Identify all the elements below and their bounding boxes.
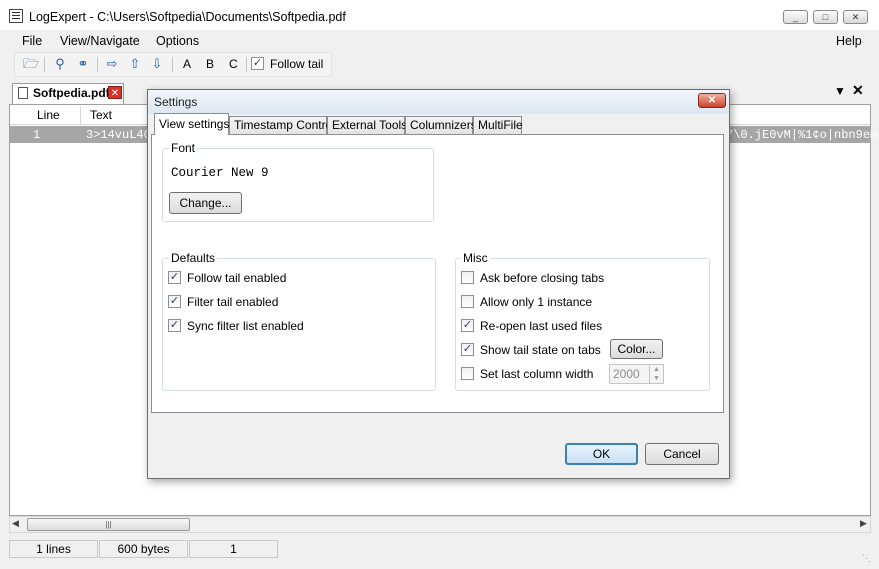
sync-filter-list-label: Sync filter list enabled	[187, 319, 304, 333]
toolbar-separator	[172, 57, 173, 72]
tab-timestamp-control[interactable]: Timestamp Control	[229, 116, 335, 134]
defaults-group-label: Defaults	[169, 251, 218, 265]
color-button[interactable]: Color...	[610, 339, 663, 359]
ok-button[interactable]: OK	[565, 443, 638, 465]
stepper-up-icon[interactable]: ▲	[649, 365, 663, 374]
cancel-button[interactable]: Cancel	[645, 443, 719, 465]
document-icon	[18, 87, 28, 99]
toolbar-separator	[246, 57, 247, 72]
tab-view-settings[interactable]: View settings	[154, 113, 229, 135]
toolbar-separator	[44, 57, 45, 72]
close-tab-icon[interactable]: ✕	[852, 82, 864, 99]
filter-tail-enabled-checkbox[interactable]: ✓	[168, 295, 181, 308]
misc-group-label: Misc	[461, 251, 490, 265]
tab-label: Softpedia.pdf	[33, 86, 110, 100]
window-title: LogExpert - C:\Users\Softpedia\Documents…	[29, 10, 346, 24]
follow-tail-label: Follow tail	[270, 57, 324, 71]
sync-filter-list-checkbox[interactable]: ✓	[168, 319, 181, 332]
reopen-last-files-label: Re-open last used files	[480, 319, 603, 333]
maximize-button[interactable]: □	[813, 10, 838, 24]
row-line-number: 1	[33, 128, 41, 142]
resize-grip-icon[interactable]: ⋱	[862, 553, 871, 564]
ask-before-closing-checkbox[interactable]	[461, 271, 474, 284]
goto-icon[interactable]: ⇨	[104, 56, 120, 72]
allow-one-instance-label: Allow only 1 instance	[480, 295, 593, 309]
dialog-title: Settings	[154, 95, 198, 109]
ask-before-closing-label: Ask before closing tabs	[480, 271, 605, 285]
allow-one-instance-checkbox[interactable]	[461, 295, 474, 308]
font-name-display: Courier New 9	[171, 166, 269, 180]
bookmark-prev-icon[interactable]: ⇧	[127, 56, 143, 72]
dialog-title-bar	[148, 90, 729, 114]
menu-file[interactable]: File	[22, 34, 42, 48]
tab-close-icon[interactable]: ✕	[108, 86, 122, 99]
set-column-width-checkbox[interactable]	[461, 367, 474, 380]
font-group-label: Font	[169, 141, 198, 155]
column-header-text[interactable]: Text	[90, 108, 112, 122]
status-position: 1	[189, 540, 278, 558]
tab-list-dropdown-icon[interactable]: ▼	[834, 84, 846, 98]
column-divider	[80, 106, 81, 124]
minimize-button[interactable]: _	[783, 10, 808, 24]
highlight-c-button[interactable]: C	[229, 57, 238, 71]
change-font-button[interactable]: Change...	[169, 192, 242, 214]
toolbar-separator	[97, 57, 98, 72]
scroll-right-icon[interactable]: ▶	[860, 518, 867, 529]
find-all-icon[interactable]: ⚭	[75, 56, 91, 72]
tab-external-tools[interactable]: External Tools	[327, 116, 407, 134]
follow-tail-enabled-checkbox[interactable]: ✓	[168, 271, 181, 284]
open-folder-icon[interactable]: 🗁	[23, 56, 39, 72]
filter-tail-enabled-label: Filter tail enabled	[187, 295, 279, 309]
stepper-down-icon[interactable]: ▼	[649, 374, 663, 383]
app-icon	[9, 9, 23, 23]
search-icon[interactable]: ⚲	[52, 56, 68, 72]
status-lines: 1 lines	[9, 540, 98, 558]
tab-multifile[interactable]: MultiFile	[473, 116, 523, 134]
follow-tail-checkbox[interactable]: ✓	[251, 57, 264, 70]
show-tail-state-checkbox[interactable]: ✓	[461, 343, 474, 356]
column-width-value: 2000	[613, 367, 640, 381]
status-bytes: 600 bytes	[99, 540, 188, 558]
menu-help[interactable]: Help	[836, 34, 862, 48]
scroll-left-icon[interactable]: ◀	[12, 518, 19, 529]
bookmark-next-icon[interactable]: ⇩	[149, 56, 165, 72]
scrollbar-thumb[interactable]: |||	[27, 518, 190, 531]
tab-columnizers[interactable]: Columnizers	[405, 116, 477, 134]
reopen-last-files-checkbox[interactable]: ✓	[461, 319, 474, 332]
menu-view-navigate[interactable]: View/Navigate	[60, 34, 140, 48]
highlight-a-button[interactable]: A	[183, 57, 191, 71]
set-column-width-label: Set last column width	[480, 367, 594, 381]
row-text-left: 3>14vuL40	[86, 128, 151, 142]
row-text-right: 7\0.jE0vM|%1¢o|nbn9em	[726, 128, 878, 142]
follow-tail-enabled-label: Follow tail enabled	[187, 271, 287, 285]
menu-options[interactable]: Options	[156, 34, 199, 48]
column-header-line[interactable]: Line	[37, 108, 60, 122]
highlight-b-button[interactable]: B	[206, 57, 214, 71]
close-button[interactable]: ✕	[843, 10, 868, 24]
show-tail-state-label: Show tail state on tabs	[480, 343, 601, 357]
dialog-close-button[interactable]: ✕	[698, 93, 726, 108]
